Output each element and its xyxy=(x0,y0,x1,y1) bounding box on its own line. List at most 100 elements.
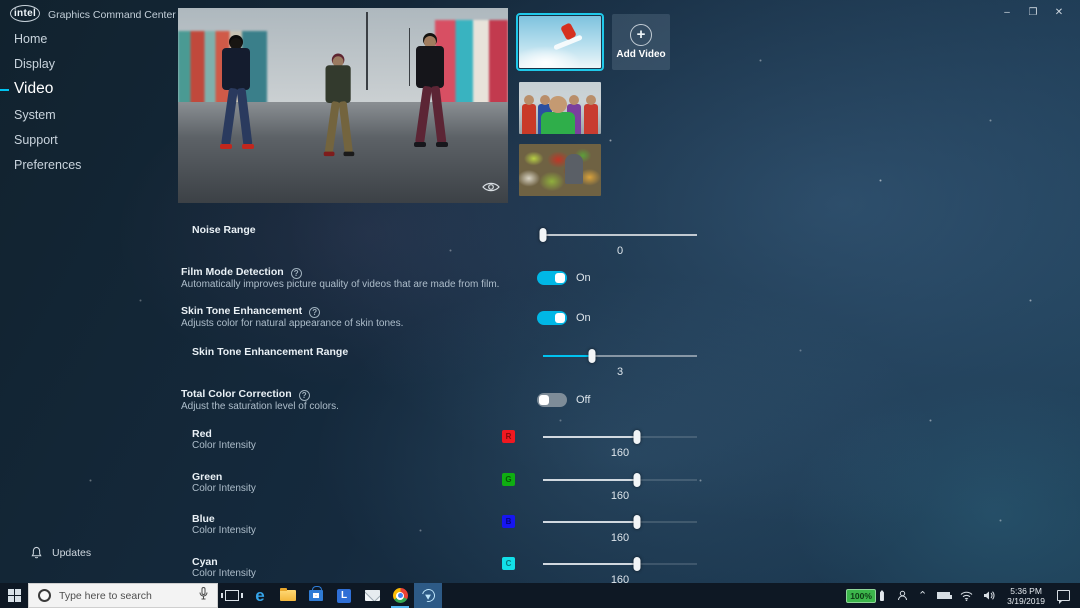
dancer-figure xyxy=(320,56,358,169)
skin-tone-toggle[interactable] xyxy=(537,311,567,325)
film-mode-toggle[interactable] xyxy=(537,271,567,285)
blue-channel-label: Blue xyxy=(192,513,215,525)
plus-icon: + xyxy=(630,24,652,46)
taskbar-icon-chrome[interactable] xyxy=(386,583,414,608)
slider-fill xyxy=(543,521,637,523)
blue-intensity-value: 160 xyxy=(543,532,697,544)
battery-percent-badge[interactable]: 100% xyxy=(846,589,876,603)
sidebar-item-display[interactable]: Display xyxy=(14,57,55,71)
sidebar-item-preferences[interactable]: Preferences xyxy=(14,158,81,172)
action-center-icon[interactable] xyxy=(1057,590,1070,601)
taskbar-icon-intel-gcc[interactable] xyxy=(414,583,442,608)
sidebar-item-support[interactable]: Support xyxy=(14,133,58,147)
cyan-intensity-slider[interactable]: 160 xyxy=(543,557,697,583)
close-button[interactable]: ✕ xyxy=(1046,4,1072,22)
wifi-icon[interactable] xyxy=(960,591,973,601)
film-mode-toggle-row: On xyxy=(537,271,591,285)
intel-gcc-window: intel Graphics Command Center – ❐ ✕ Home… xyxy=(0,0,1080,583)
thumbnail-market[interactable] xyxy=(519,144,601,196)
skin-tone-range-label: Skin Tone Enhancement Range xyxy=(192,346,348,358)
total-color-state: Off xyxy=(576,394,590,406)
film-mode-description: Automatically improves picture quality o… xyxy=(181,279,499,290)
taskbar-icon-mail[interactable] xyxy=(358,583,386,608)
skin-tone-range-value: 3 xyxy=(543,366,697,378)
sidebar-item-system[interactable]: System xyxy=(14,108,56,122)
cyan-swatch: C xyxy=(502,557,515,570)
total-color-description: Adjust the saturation level of colors. xyxy=(181,401,339,412)
skin-tone-label-text: Skin Tone Enhancement xyxy=(181,305,302,317)
slider-thumb[interactable] xyxy=(589,349,596,363)
red-intensity-value: 160 xyxy=(543,447,697,459)
intel-logo: intel xyxy=(10,5,40,22)
dancer-figure xyxy=(216,38,258,163)
clock[interactable]: 5:36 PM 3/19/2019 xyxy=(1007,586,1045,606)
slider-thumb[interactable] xyxy=(633,473,640,487)
skin-tone-range-slider[interactable]: 3 xyxy=(543,349,697,379)
film-mode-label-text: Film Mode Detection xyxy=(181,266,284,278)
maximize-button[interactable]: ❐ xyxy=(1020,4,1046,22)
search-box xyxy=(28,583,218,608)
start-button[interactable] xyxy=(0,583,28,608)
microphone-icon[interactable] xyxy=(199,587,208,605)
slider-fill xyxy=(543,479,637,481)
app-title: Graphics Command Center xyxy=(48,9,176,21)
updates-button[interactable]: Updates xyxy=(30,546,91,560)
slider-thumb[interactable] xyxy=(633,430,640,444)
battery-icon[interactable] xyxy=(937,592,950,599)
sidebar-item-home[interactable]: Home xyxy=(14,32,47,46)
people-icon[interactable] xyxy=(897,590,908,601)
film-mode-state: On xyxy=(576,272,591,284)
tray-date: 3/19/2019 xyxy=(1007,596,1045,606)
red-channel-sublabel: Color Intensity xyxy=(192,440,256,451)
task-view-button[interactable] xyxy=(218,583,246,608)
dancer-figure xyxy=(410,36,452,161)
skin-tone-description: Adjusts color for natural appearance of … xyxy=(181,318,403,329)
person-figure xyxy=(541,112,575,134)
taskbar-icon-edge[interactable]: e xyxy=(246,583,274,608)
taskbar-icon-store[interactable] xyxy=(302,583,330,608)
tray-time: 5:36 PM xyxy=(1007,586,1045,596)
preview-eye-icon[interactable] xyxy=(482,180,500,198)
green-channel-label: Green xyxy=(192,471,222,483)
blue-channel-sublabel: Color Intensity xyxy=(192,525,256,536)
red-intensity-slider[interactable]: 160 xyxy=(543,430,697,460)
chevron-up-icon[interactable]: ⌃ xyxy=(918,589,927,602)
speaker-icon[interactable] xyxy=(983,590,995,601)
taskbar-icon-l-app[interactable]: L xyxy=(330,583,358,608)
slider-thumb[interactable] xyxy=(633,515,640,529)
pen-icon[interactable] xyxy=(880,590,884,601)
toggle-knob xyxy=(539,395,549,405)
minimize-button[interactable]: – xyxy=(994,4,1020,22)
slider-fill xyxy=(543,563,637,565)
street-pole xyxy=(366,12,368,90)
l-app-icon: L xyxy=(337,589,351,603)
thumbnail-snowboarder[interactable] xyxy=(519,16,601,68)
film-mode-label: Film Mode Detection? xyxy=(181,266,302,279)
help-icon[interactable]: ? xyxy=(299,390,310,401)
noise-range-value: 0 xyxy=(543,245,697,257)
intel-gcc-icon xyxy=(419,587,437,605)
add-video-button[interactable]: + Add Video xyxy=(612,14,670,70)
total-color-toggle[interactable] xyxy=(537,393,567,407)
blue-swatch: B xyxy=(502,515,515,528)
thumbnail-people[interactable] xyxy=(519,82,601,134)
person-figure xyxy=(584,104,598,134)
slider-track[interactable] xyxy=(543,234,697,236)
window-controls: – ❐ ✕ xyxy=(994,4,1072,22)
search-input[interactable] xyxy=(59,590,199,602)
blue-intensity-slider[interactable]: 160 xyxy=(543,515,697,545)
taskbar-icon-file-explorer[interactable] xyxy=(274,583,302,608)
edge-icon: e xyxy=(255,587,264,604)
help-icon[interactable]: ? xyxy=(309,307,320,318)
help-icon[interactable]: ? xyxy=(291,268,302,279)
slider-thumb[interactable] xyxy=(540,228,547,242)
slider-thumb[interactable] xyxy=(633,557,640,571)
starfield-background xyxy=(0,0,1,1)
add-video-label: Add Video xyxy=(616,49,665,60)
toggle-knob xyxy=(555,313,565,323)
green-intensity-slider[interactable]: 160 xyxy=(543,473,697,503)
file-explorer-icon xyxy=(280,590,296,601)
noise-range-slider[interactable]: 0 xyxy=(543,228,697,258)
total-color-label: Total Color Correction? xyxy=(181,388,310,401)
sidebar-item-video[interactable]: Video xyxy=(14,80,53,98)
